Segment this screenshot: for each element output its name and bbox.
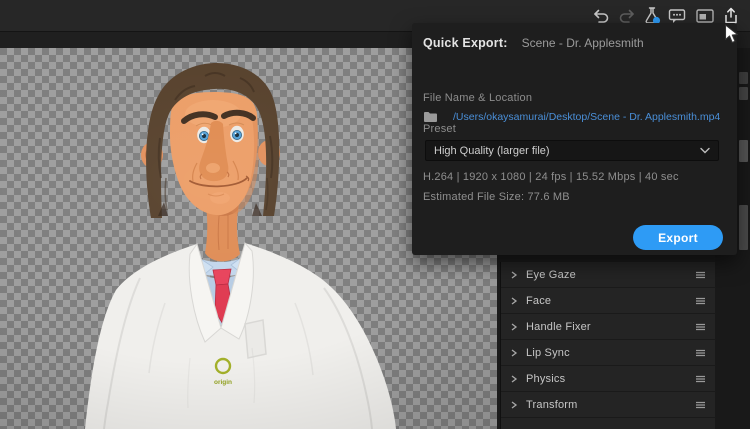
behavior-label: Face bbox=[526, 294, 552, 307]
behavior-row-physics[interactable]: Physics bbox=[501, 366, 716, 392]
scrollbar-thumb[interactable] bbox=[739, 140, 748, 162]
chevron-right-icon bbox=[511, 348, 518, 357]
behavior-label: Eye Gaze bbox=[526, 268, 576, 281]
behavior-label: Transform bbox=[526, 398, 578, 411]
format-summary-text: H.264 | 1920 x 1080 | 24 fps | 15.52 Mbp… bbox=[423, 171, 679, 183]
coat-badge-text: origin bbox=[214, 379, 232, 386]
behavior-row-face[interactable]: Face bbox=[501, 288, 716, 314]
file-name-location-label: File Name & Location bbox=[423, 92, 533, 104]
file-path-row: /Users/okaysamurai/Desktop/Scene - Dr. A… bbox=[423, 111, 720, 123]
preset-dropdown[interactable]: High Quality (larger file) bbox=[425, 140, 719, 161]
drag-handle-icon[interactable] bbox=[695, 323, 706, 331]
export-button[interactable]: Export bbox=[633, 225, 723, 250]
preset-label: Preset bbox=[423, 123, 456, 135]
chevron-right-icon bbox=[511, 296, 518, 305]
drag-handle-icon[interactable] bbox=[695, 375, 706, 383]
preset-selected-value: High Quality (larger file) bbox=[434, 144, 550, 157]
quick-export-title: Quick Export: Scene - Dr. Applesmith bbox=[423, 36, 644, 50]
drag-handle-icon[interactable] bbox=[695, 349, 706, 357]
behavior-row-lip-sync[interactable]: Lip Sync bbox=[501, 340, 716, 366]
estimated-file-size-text: Estimated File Size: 77.6 MB bbox=[423, 191, 570, 203]
chevron-right-icon bbox=[511, 270, 518, 279]
drag-handle-icon[interactable] bbox=[695, 271, 706, 279]
drag-handle-icon[interactable] bbox=[695, 297, 706, 305]
scrollbar-thumb[interactable] bbox=[739, 205, 748, 250]
export-file-path-link[interactable]: /Users/okaysamurai/Desktop/Scene - Dr. A… bbox=[453, 111, 720, 123]
scrollbar-thumb[interactable] bbox=[739, 72, 748, 84]
quick-export-scene-name: Scene - Dr. Applesmith bbox=[521, 36, 644, 50]
behavior-row-handle-fixer[interactable]: Handle Fixer bbox=[501, 314, 716, 340]
chevron-right-icon bbox=[511, 400, 518, 409]
behavior-label: Handle Fixer bbox=[526, 320, 591, 333]
drag-handle-icon[interactable] bbox=[695, 401, 706, 409]
chevron-down-icon bbox=[700, 147, 710, 154]
scrollbar-thumb[interactable] bbox=[739, 87, 748, 100]
folder-icon bbox=[424, 112, 437, 122]
behavior-row-transform[interactable]: Transform bbox=[501, 392, 716, 418]
chevron-right-icon bbox=[511, 374, 518, 383]
quick-export-title-label: Quick Export: bbox=[423, 36, 508, 50]
chevron-right-icon bbox=[511, 322, 518, 331]
behavior-properties-list: Eye Gaze Face Handle Fixer Lip Sync Phys bbox=[500, 262, 716, 429]
app-window: origin Eye Gaze Face Handle Fixer Lip Sy… bbox=[0, 0, 750, 429]
quick-export-panel: Quick Export: Scene - Dr. Applesmith Fil… bbox=[412, 23, 737, 255]
behavior-label: Lip Sync bbox=[526, 346, 570, 359]
behavior-row-eye-gaze[interactable]: Eye Gaze bbox=[501, 262, 716, 288]
behavior-label: Physics bbox=[526, 372, 566, 385]
